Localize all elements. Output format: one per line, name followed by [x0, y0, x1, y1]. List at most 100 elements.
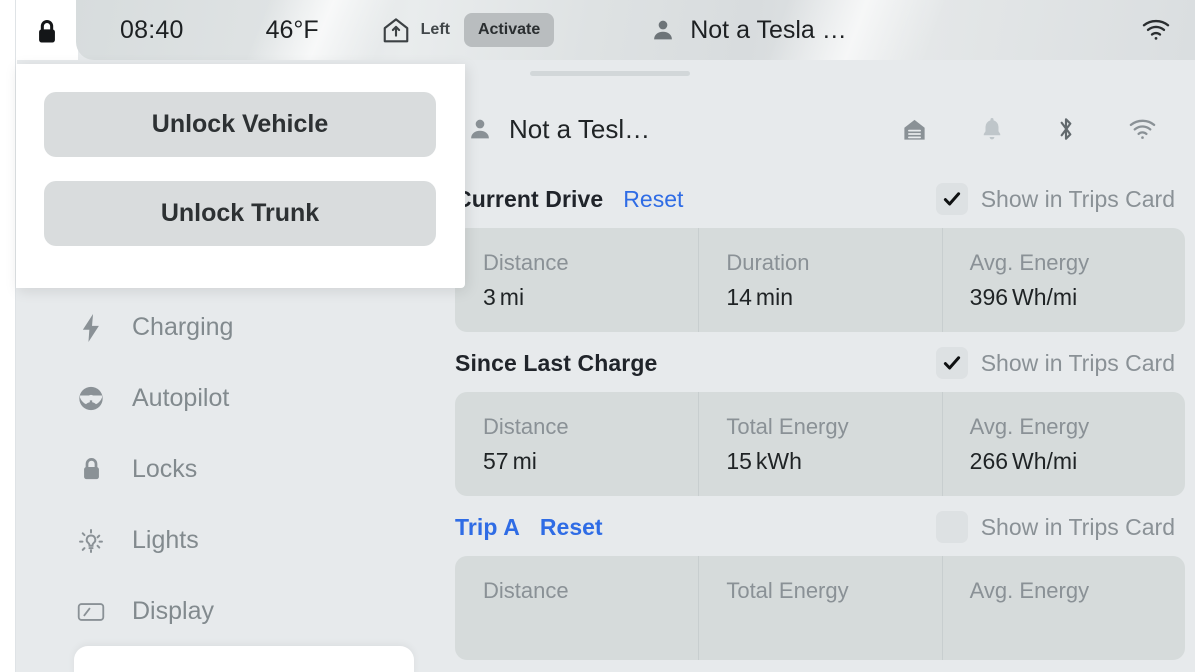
panel-drag-handle[interactable] [530, 71, 690, 76]
display-icon [77, 598, 105, 626]
stat-number: 15 [726, 448, 752, 474]
panel-title: Not a Tesl… [509, 113, 651, 144]
reset-button[interactable]: Reset [623, 186, 683, 213]
panel-header-icons [901, 115, 1157, 143]
stat-cell: Distance 57 mi [455, 392, 698, 496]
panel-header: Not a Tesl… [455, 98, 1195, 160]
light-bulb-icon [77, 527, 105, 555]
stat-value: 266 Wh/mi [970, 448, 1185, 475]
stat-value: 57 mi [483, 448, 698, 475]
lock-icon[interactable] [35, 18, 59, 46]
left-gutter [0, 0, 16, 672]
show-in-trips-card-toggle[interactable]: Show in Trips Card [935, 183, 1185, 215]
show-in-trips-card-toggle[interactable]: Show in Trips Card [935, 347, 1185, 379]
section-header: Since Last Charge Show in Trips Card [455, 334, 1185, 392]
stat-cell: Duration 14 min [698, 228, 941, 332]
stat-unit: kWh [755, 448, 802, 474]
status-bar: 08:40 46°F Left Activate Not a Tesla … [76, 0, 1195, 60]
checkbox-checked[interactable] [935, 183, 968, 215]
section-title[interactable]: Trip A [455, 514, 520, 541]
stat-value: 396 Wh/mi [970, 284, 1185, 311]
section-header: Current Drive Reset Show in Trips Card [455, 170, 1185, 228]
garage-door-icon[interactable] [901, 116, 928, 143]
sidebar-item-charging[interactable]: Charging [17, 292, 465, 363]
stat-unit: min [755, 284, 793, 310]
stat-value: 3 mi [483, 284, 698, 311]
profile-button[interactable]: Not a Tesla … [650, 16, 847, 45]
sidebar-item-label: Display [132, 597, 214, 625]
stat-number: 266 [969, 448, 1009, 474]
sidebar-item-locks[interactable]: Locks [17, 434, 465, 505]
stat-number: 396 [969, 284, 1009, 310]
stat-value: 15 kWh [726, 448, 941, 475]
unlock-trunk-button[interactable]: Unlock Trunk [44, 181, 436, 246]
steering-wheel-icon [77, 385, 105, 413]
lock-icon [77, 456, 105, 484]
reset-button[interactable]: Reset [540, 514, 603, 541]
sidebar-item-display[interactable]: Display [17, 576, 465, 647]
trips-settings-panel: Not a Tesl… Current Drive Reset Show in … [455, 60, 1195, 672]
bell-icon[interactable] [980, 116, 1004, 142]
stat-label: Distance [483, 250, 569, 275]
stat-label: Avg. Energy [969, 250, 1090, 275]
stat-label: Total Energy [726, 414, 849, 439]
stat-label: Avg. Energy [969, 414, 1090, 439]
section-since-last-charge: Since Last Charge Show in Trips Card Dis… [455, 334, 1185, 496]
stat-number: 14 [726, 284, 752, 310]
stat-unit: mi [512, 448, 537, 474]
wifi-icon[interactable] [1141, 18, 1171, 42]
section-title: Since Last Charge [455, 349, 658, 376]
stat-cell: Avg. Energy 266 Wh/mi [941, 392, 1185, 496]
stat-cell: Distance [455, 556, 698, 660]
checkbox-checked[interactable] [935, 347, 968, 379]
stat-cell: Total Energy 15 kWh [698, 392, 941, 496]
section-header: Trip A Reset Show in Trips Card [455, 498, 1185, 556]
stat-label: Duration [726, 250, 810, 275]
stat-cell: Avg. Energy 396 Wh/mi [941, 228, 1185, 332]
status-bar-time: 08:40 [120, 15, 184, 44]
unlock-popup: Unlock Vehicle Unlock Trunk [16, 64, 465, 288]
checkbox-label: Show in Trips Card [980, 513, 1175, 540]
wifi-icon[interactable] [1128, 118, 1157, 141]
stat-unit: mi [499, 284, 525, 310]
profile-name: Not a Tesla … [690, 15, 847, 44]
sidebar-item-label: Locks [132, 455, 198, 483]
stat-cell: Distance 3 mi [455, 228, 698, 332]
checkbox-label: Show in Trips Card [980, 349, 1175, 376]
checkbox-unchecked[interactable] [935, 511, 968, 543]
tesla-controls-screen: 08:40 46°F Left Activate Not a Tesla … C… [0, 0, 1195, 672]
bolt-icon [77, 313, 105, 342]
section-current-drive: Current Drive Reset Show in Trips Card D… [455, 170, 1185, 332]
stat-value: 14 min [726, 284, 941, 311]
sidebar-bottom-panel [74, 646, 414, 672]
garage-door-icon [381, 15, 411, 45]
section-trip-a: Trip A Reset Show in Trips Card Distance… [455, 498, 1185, 660]
person-icon [650, 17, 676, 43]
stat-label: Distance [483, 414, 569, 439]
stat-cell: Total Energy [698, 556, 941, 660]
stat-label: Total Energy [726, 578, 849, 603]
unlock-vehicle-button[interactable]: Unlock Vehicle [44, 92, 436, 157]
sidebar-item-label: Lights [132, 526, 199, 554]
sidebar-item-lights[interactable]: Lights [17, 505, 465, 576]
stat-unit: Wh/mi [1012, 284, 1078, 310]
stat-unit: Wh/mi [1012, 448, 1078, 474]
sidebar-item-label: Autopilot [132, 384, 230, 412]
stat-card: Distance 57 mi Total Energy 15 kWh Avg. En… [455, 392, 1185, 496]
stat-number: 57 [483, 448, 509, 474]
status-bar-temperature: 46°F [265, 15, 319, 44]
bluetooth-icon[interactable] [1056, 115, 1076, 143]
checkbox-label: Show in Trips Card [980, 185, 1175, 212]
sidebar-item-label: Charging [132, 313, 234, 341]
activate-button[interactable]: Activate [463, 13, 555, 47]
stat-cell: Avg. Energy [941, 556, 1185, 660]
stat-card: Distance 3 mi Duration 14 min Avg. Energy … [455, 228, 1185, 332]
sidebar-item-autopilot[interactable]: Autopilot [17, 363, 465, 434]
stat-number: 3 [483, 284, 496, 310]
garage-side-label: Left [420, 21, 450, 38]
garage-control-group[interactable]: Left [381, 15, 450, 45]
stat-label: Distance [483, 578, 569, 603]
trips-sections: Current Drive Reset Show in Trips Card D… [455, 170, 1195, 672]
person-icon [467, 116, 493, 142]
show-in-trips-card-toggle[interactable]: Show in Trips Card [935, 511, 1185, 543]
